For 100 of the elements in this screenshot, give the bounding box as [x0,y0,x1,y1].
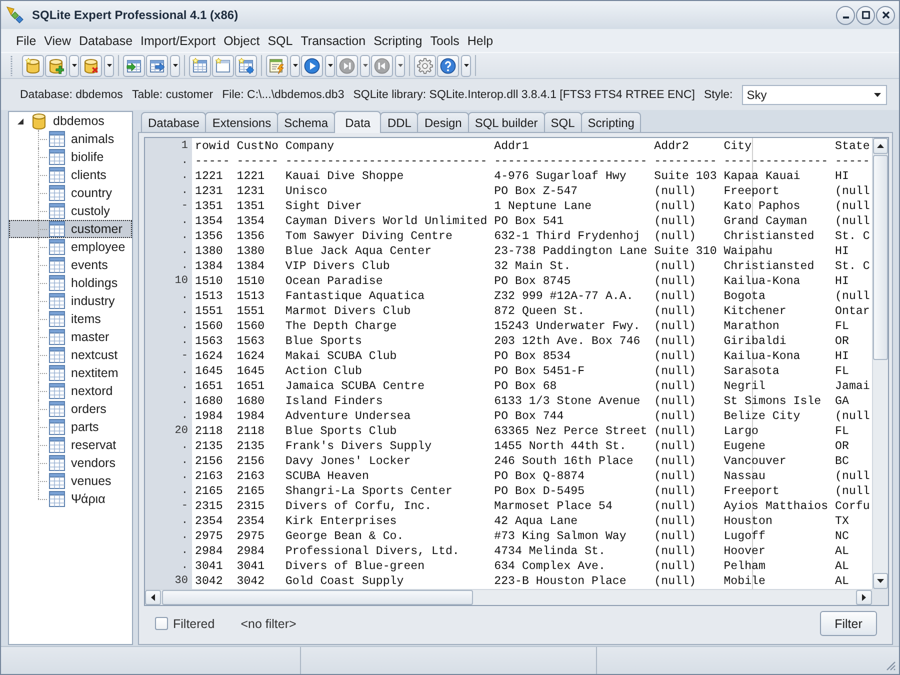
table-cell: 1651 [195,380,223,393]
table-cell: Mobile [724,575,766,588]
toolbar-button[interactable] [235,54,257,76]
menu-item[interactable]: Help [463,32,498,50]
tab[interactable]: Database [141,112,206,132]
table-cell: (null) [654,260,696,273]
tab[interactable]: SQL [544,112,582,132]
menu-item[interactable]: Object [220,32,264,50]
tree-item[interactable]: parts [9,418,132,436]
toolbar-button[interactable] [123,54,145,76]
toolbar-button[interactable] [22,54,44,76]
table-cell: 1221 [195,170,223,183]
scrollbar-thumb[interactable] [873,155,888,360]
tree-item[interactable]: clients [9,166,132,184]
toolbar-button[interactable] [146,54,168,76]
table-cell: Professional Divers, Ltd. [285,545,460,558]
tree-item[interactable]: nextitem [9,364,132,382]
tab[interactable]: SQL builder [468,112,545,132]
tree-item[interactable]: events [9,256,132,274]
scroll-right-button[interactable] [856,590,872,605]
style-combobox[interactable]: Sky [742,84,887,104]
dropdown-button[interactable] [170,54,180,76]
scroll-left-button[interactable] [145,590,161,605]
filter-button[interactable]: Filter [820,611,877,636]
toolbar-button[interactable] [414,54,436,76]
table-cell: (null) [654,365,696,378]
scroll-down-button[interactable] [873,573,888,589]
caret-icon [398,64,402,67]
tab[interactable]: Data [334,111,382,133]
table-cell: PO Box 744 [494,410,564,423]
tree-item[interactable]: master [9,328,132,346]
toolbar-button[interactable] [189,54,211,76]
menu-item[interactable]: Tools [426,32,464,50]
table-cell: Pelham [724,560,766,573]
size-grip-icon[interactable] [886,661,896,671]
table-cell: PO Box 68 [494,380,557,393]
menu-item[interactable]: SQL [264,32,297,50]
checkbox-label[interactable]: Filtered [173,616,215,630]
table-cell: 634 Complex Ave. [494,560,606,573]
table-cell: Marmot Divers Club [285,305,411,318]
table-cell: 1513 [236,290,265,303]
tree-item[interactable]: nextcust [9,346,132,364]
table-cell: BC [835,455,849,468]
tree-item[interactable]: country [9,184,132,202]
tree-item[interactable]: orders [9,400,132,418]
table-cell: Suite 310 [654,245,717,258]
minimize-button[interactable] [836,6,855,24]
gutter-mark: 30 [174,574,188,589]
menu-item[interactable]: Transaction [296,32,370,50]
caret-icon [106,64,112,67]
scroll-up-button[interactable] [873,138,888,154]
menu-item[interactable]: File [12,32,40,50]
close-button[interactable] [876,6,895,24]
dropdown-button[interactable] [461,54,471,76]
tree-item[interactable]: reservat [9,436,132,454]
dropdown-button[interactable] [290,54,300,76]
tree-item[interactable]: employee [9,238,132,256]
tree-item[interactable]: vendors [9,454,132,472]
tree-item[interactable]: venues [9,472,132,490]
tree-item[interactable]: custoly [9,202,132,220]
dropdown-button[interactable] [325,54,335,76]
grip-icon[interactable] [10,56,13,76]
tree-item[interactable]: biolife [9,148,132,166]
tree-item[interactable]: Ψάρια [9,490,132,508]
table-cell: 1551 [236,305,265,318]
tree-item[interactable]: customer [9,220,132,238]
table-cell: Eugene [724,440,766,453]
toolbar-button[interactable] [80,54,102,76]
dropdown-button[interactable] [104,54,114,76]
gutter-mark: . [181,184,188,199]
tree-item[interactable]: nextord [9,382,132,400]
gutter-mark: . [181,394,188,409]
toolbar-button[interactable] [212,54,234,76]
table-cell: 4734 Melinda St. [494,545,606,558]
toolbar-button[interactable] [301,54,323,76]
toolbar-button[interactable] [45,54,67,76]
tree-item[interactable]: animals [9,130,132,148]
menu-item[interactable]: Import/Export [136,32,220,50]
menu-item[interactable]: Database [75,32,137,50]
menu-item[interactable]: View [40,32,76,50]
tree-item[interactable]: holdings [9,274,132,292]
tab[interactable]: Scripting [580,112,642,132]
table-cell: (null) [654,290,696,303]
menu-item[interactable]: Scripting [370,32,426,50]
tree-item[interactable]: industry [9,292,132,310]
gutter-mark: 10 [174,274,188,289]
scrollbar-thumb[interactable] [162,590,473,605]
table-icon [49,131,65,147]
table-cell: 1231 [236,185,265,198]
toolbar-button[interactable] [437,54,459,76]
tree-item[interactable]: items [9,310,132,328]
table-cell: 1645 [195,365,223,378]
tab[interactable]: Design [417,112,469,132]
filter-checkbox[interactable] [155,617,168,630]
table-cell: (null) [654,440,696,453]
expand-arrow-icon[interactable] [17,118,24,124]
dropdown-button[interactable] [69,54,79,76]
table-cell: OR [835,335,849,348]
tree-item[interactable]: dbdemos [9,112,132,130]
maximize-button[interactable] [856,6,875,24]
